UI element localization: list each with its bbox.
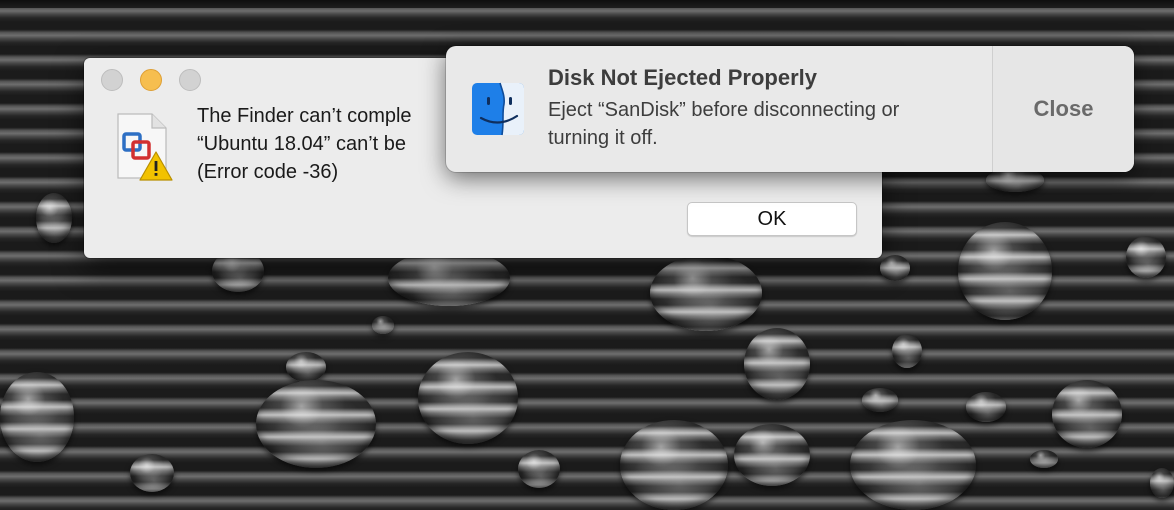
water-drop <box>734 424 810 486</box>
disk-not-ejected-notification[interactable]: Disk Not Ejected Properly Eject “SanDisk… <box>446 46 1134 172</box>
water-drop <box>744 328 810 400</box>
water-drop <box>36 193 72 243</box>
water-drop <box>862 388 898 412</box>
window-close-button[interactable] <box>101 69 123 91</box>
window-zoom-button[interactable] <box>179 69 201 91</box>
water-drop <box>286 352 326 382</box>
notification-close-button[interactable]: Close <box>993 46 1134 172</box>
water-drop <box>1030 450 1058 468</box>
window-minimize-button[interactable] <box>140 69 162 91</box>
water-drop <box>372 316 394 334</box>
water-drop <box>256 380 376 468</box>
notification-title: Disk Not Ejected Properly <box>548 65 817 90</box>
water-drop <box>518 450 560 488</box>
vmware-fusion-warning-icon <box>117 113 173 181</box>
ok-button[interactable]: OK <box>687 202 857 236</box>
notification-body-line: turning it off. <box>548 127 658 149</box>
water-drop <box>1126 236 1166 278</box>
water-drop <box>388 250 510 306</box>
notification-body: Eject “SanDisk” before disconnecting or … <box>548 96 988 152</box>
water-drop <box>650 255 762 331</box>
notification-body-line: Eject “SanDisk” before disconnecting or <box>548 99 900 121</box>
water-drop <box>958 222 1052 320</box>
finder-icon <box>472 82 524 136</box>
water-drop <box>850 420 976 510</box>
water-drop <box>966 392 1006 422</box>
top-edge <box>0 0 1174 8</box>
water-drop <box>0 372 74 462</box>
water-drop <box>620 420 728 510</box>
water-drop <box>892 334 922 368</box>
water-drop <box>1052 380 1122 448</box>
water-drop <box>418 352 518 444</box>
water-drop <box>1150 468 1174 498</box>
water-drop <box>880 255 910 281</box>
water-drop <box>130 454 174 492</box>
